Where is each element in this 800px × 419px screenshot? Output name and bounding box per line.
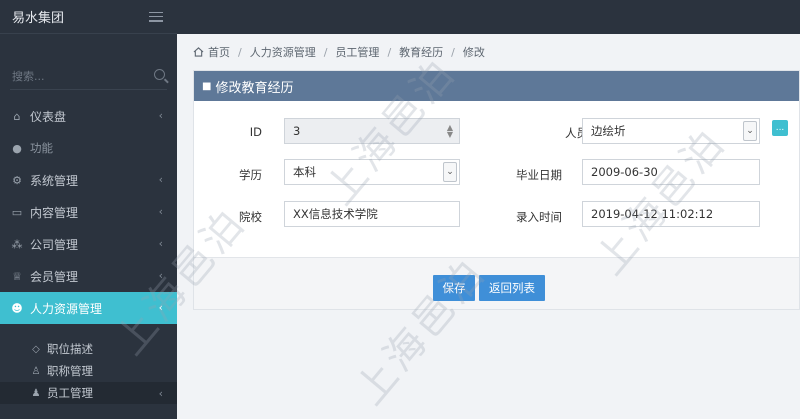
diamond-icon: ◇ (32, 343, 40, 355)
breadcrumb-separator: / (238, 45, 242, 59)
breadcrumb-current: 修改 (462, 46, 485, 59)
graduation-date-value: 2009-06-30 (591, 165, 658, 179)
save-button[interactable]: 保存 (433, 275, 475, 301)
person-value: 边绘圻 (591, 124, 626, 138)
chevron-left-icon: ‹ (158, 173, 163, 186)
person-select[interactable]: 边绘圻 ⌄ (582, 118, 760, 144)
breadcrumb-home[interactable]: 首页 (208, 44, 230, 60)
id-label: ID (249, 125, 262, 139)
sidebar-section-functions: ● 功能 (0, 132, 177, 164)
sidebar: 易水集团 ⌂ 仪表盘 ‹ ● 功能 ⚙ 系统管理 ‹ ▭ 内容管理 ‹ ⁂ 公司… (0, 0, 177, 419)
sidebar-item-label: 公司管理 (30, 237, 79, 252)
sidebar-subitem-label: 职位描述 (47, 342, 93, 356)
home-icon: ⌂ (13, 109, 21, 123)
sitemap-icon: ⁂ (11, 237, 23, 251)
trophy-icon: ♕ (12, 269, 22, 283)
lock-icon: ■ (202, 80, 212, 92)
sidebar-subitem-positions[interactable]: ◇ 职位描述 (0, 338, 177, 360)
gears-icon: ⚙ (12, 173, 22, 187)
chevron-down-icon: ⌄ (743, 121, 757, 141)
person-label: 人员 (565, 126, 588, 140)
users-icon: ☻ (11, 301, 23, 315)
pick-person-button[interactable]: ... (772, 120, 788, 136)
education-select[interactable]: 本科 ⌄ (284, 159, 460, 185)
sidebar-search (10, 64, 167, 90)
breadcrumb-education[interactable]: 教育经历 (399, 44, 443, 60)
entry-time-input[interactable]: 2019-04-12 11:02:12 (582, 201, 760, 227)
chevron-left-icon: ‹ (158, 386, 163, 400)
school-value: XX信息技术学院 (293, 207, 378, 221)
sidebar-item-dashboard[interactable]: ⌂ 仪表盘 ‹ (0, 100, 177, 132)
spinner-arrows-icon[interactable]: ▲ ▼ (447, 124, 453, 139)
id-value: 3 (293, 124, 301, 138)
sidebar-item-company[interactable]: ⁂ 公司管理 ‹ (0, 228, 177, 260)
sidebar-item-content[interactable]: ▭ 内容管理 ‹ (0, 196, 177, 228)
sidebar-item-members[interactable]: ♕ 会员管理 ‹ (0, 260, 177, 292)
chevron-left-icon: ‹ (158, 205, 163, 218)
search-input[interactable] (10, 64, 167, 88)
breadcrumb-separator: / (451, 45, 455, 59)
sidebar-subitem-employees[interactable]: ♟ 员工管理 ‹ (0, 382, 177, 404)
pick-person-label: ... (775, 123, 785, 133)
education-label: 学历 (239, 168, 262, 182)
chevron-left-icon: ‹ (158, 269, 163, 282)
home-icon (193, 47, 204, 57)
entry-time-value: 2019-04-12 11:02:12 (591, 207, 714, 221)
panel-header: ■ 修改教育经历 (194, 71, 799, 101)
sidebar-item-label: 人力资源管理 (30, 301, 103, 316)
back-to-list-button[interactable]: 返回列表 (479, 275, 545, 301)
sidebar-item-label: 系统管理 (30, 173, 79, 188)
sidebar-subitem-titles[interactable]: ♙ 职称管理 (0, 360, 177, 382)
sidebar-item-label: 会员管理 (30, 269, 79, 284)
graduation-date-input[interactable]: 2009-06-30 (582, 159, 760, 185)
top-bar (177, 0, 800, 34)
school-input[interactable]: XX信息技术学院 (284, 201, 460, 227)
menu-toggle-icon[interactable] (149, 11, 163, 22)
edit-education-panel: ■ 修改教育经历 ID 3 ▲ ▼ 人员 边绘圻 ⌄ ... 学历 本科 ⌄ 毕业… (193, 70, 800, 310)
panel-title: 修改教育经历 (215, 80, 294, 96)
sidebar-section-label: 功能 (30, 141, 53, 155)
chevron-down-icon: ⌄ (443, 162, 457, 182)
panel-footer: 保存 返回列表 (194, 257, 799, 309)
brand-name: 易水集团 (12, 11, 65, 26)
graduation-date-label: 毕业日期 (516, 168, 562, 182)
breadcrumb-hr[interactable]: 人力资源管理 (250, 44, 316, 60)
sidebar-subitem-label: 职称管理 (47, 364, 93, 378)
chevron-left-icon: ‹ (158, 237, 163, 250)
chevron-left-icon: ‹ (158, 301, 163, 314)
sidebar-subitem-label: 员工管理 (47, 386, 93, 400)
sidebar-item-hr[interactable]: ☻ 人力资源管理 ‹ (0, 292, 177, 324)
breadcrumb-separator: / (387, 45, 392, 59)
sidebar-item-system[interactable]: ⚙ 系统管理 ‹ (0, 164, 177, 196)
breadcrumb-employees[interactable]: 员工管理 (335, 44, 379, 60)
school-label: 院校 (239, 210, 262, 224)
globe-icon: ● (12, 141, 22, 155)
user-icon: ♟ (31, 387, 41, 399)
sidebar-item-label: 内容管理 (30, 205, 79, 220)
breadcrumb: 首页 / 人力资源管理 / 员工管理 / 教育经历 / 修改 (193, 44, 485, 60)
breadcrumb-separator: / (323, 45, 328, 59)
sidebar-item-label: 仪表盘 (30, 109, 67, 124)
entry-time-label: 录入时间 (516, 210, 562, 224)
user-outline-icon: ♙ (31, 365, 41, 377)
card-icon: ▭ (11, 205, 23, 219)
search-icon[interactable] (154, 69, 165, 80)
brand-bar: 易水集团 (0, 0, 177, 34)
education-value: 本科 (293, 165, 316, 179)
chevron-left-icon: ‹ (158, 109, 163, 122)
id-field[interactable]: 3 ▲ ▼ (284, 118, 460, 144)
